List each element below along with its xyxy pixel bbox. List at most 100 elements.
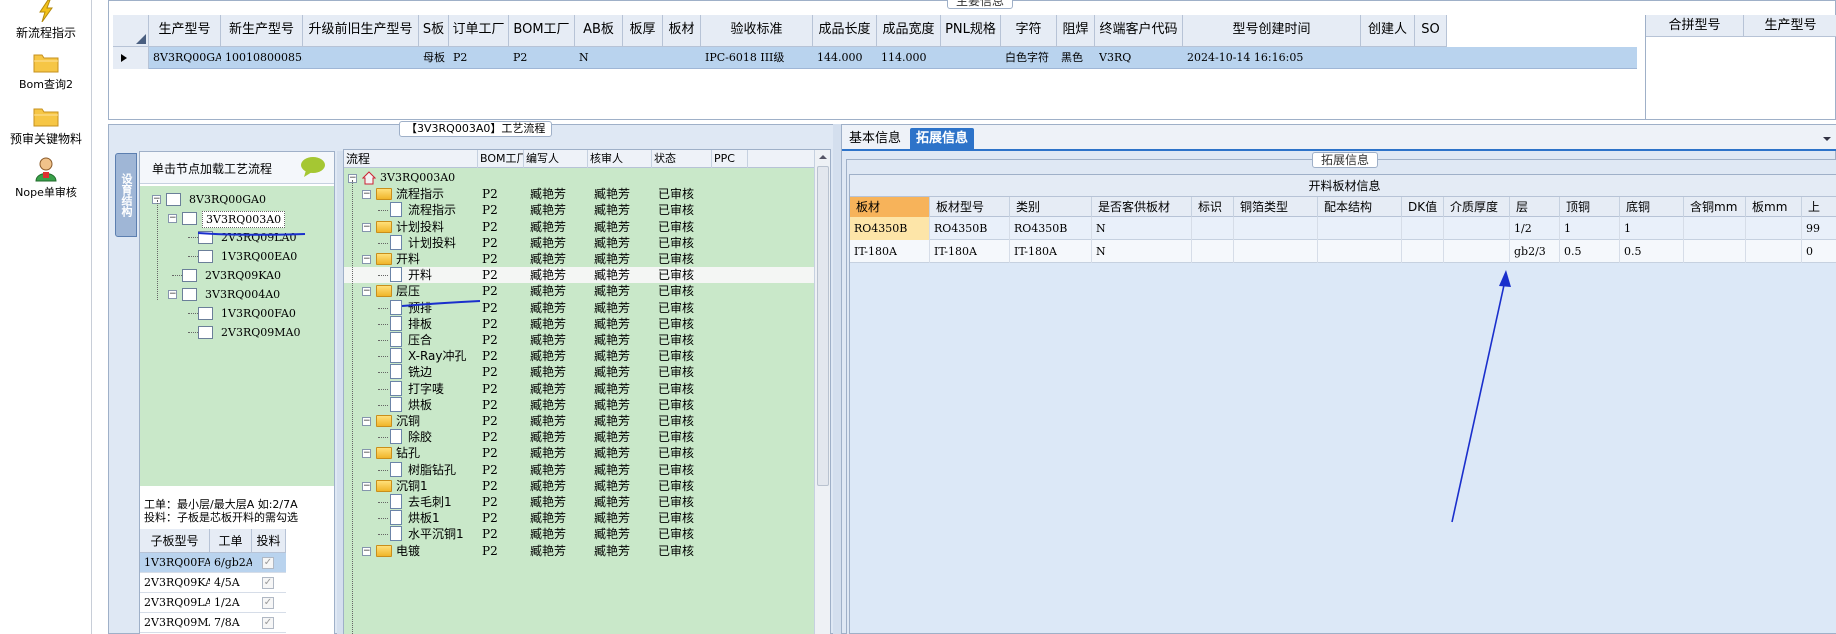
ext-col-header[interactable]: 是否客供板材 bbox=[1092, 197, 1192, 217]
ext-cell[interactable] bbox=[1444, 217, 1510, 240]
main-info-cell-15[interactable]: V3RQ bbox=[1099, 47, 1183, 69]
tree-collapse-icon[interactable]: − bbox=[362, 449, 371, 459]
row-selector[interactable] bbox=[113, 47, 149, 69]
col-header-15[interactable]: 终端客户代码 bbox=[1095, 15, 1183, 47]
tree-collapse-icon[interactable]: − bbox=[362, 222, 371, 232]
main-info-cell-10[interactable]: 144.000 bbox=[817, 47, 877, 69]
ext-col-header[interactable]: DK值 bbox=[1402, 197, 1444, 217]
feed-checkbox[interactable]: ✓ bbox=[262, 617, 274, 629]
ext-cell[interactable] bbox=[1234, 217, 1318, 240]
col-header-14[interactable]: 阻焊 bbox=[1057, 15, 1095, 47]
col-header-sub-model[interactable]: 子板型号 bbox=[140, 529, 210, 553]
ext-cell[interactable]: RO4350B bbox=[930, 217, 1010, 240]
ext-cell[interactable] bbox=[1402, 240, 1444, 263]
sub-board-order[interactable]: 4/5A bbox=[214, 573, 252, 593]
col-header-13[interactable]: 字符 bbox=[1001, 15, 1057, 47]
flow-row[interactable]: X-Ray冲孔 P2 臧艳芳 臧艳芳 已审核 bbox=[344, 348, 814, 364]
ext-col-header[interactable]: 铜箔类型 bbox=[1234, 197, 1318, 217]
flow-row[interactable]: − 流程指示 P2 臧艳芳 臧艳芳 已审核 bbox=[344, 186, 814, 202]
tab-dropdown-icon[interactable] bbox=[1822, 135, 1832, 143]
ext-cell[interactable] bbox=[1318, 217, 1402, 240]
vertical-tab-structure[interactable]: 设育结构 bbox=[115, 153, 137, 237]
ext-cell[interactable] bbox=[1746, 240, 1802, 263]
tree-collapse-icon[interactable]: − bbox=[362, 255, 371, 264]
col-header-10[interactable]: 成品长度 bbox=[813, 15, 877, 47]
sub-board-row[interactable]: 2V3RQ09LA0 1/2A ✓ bbox=[140, 593, 286, 613]
flow-row[interactable]: 压合 P2 臧艳芳 臧艳芳 已审核 bbox=[344, 332, 814, 348]
col-header-9[interactable]: 验收标准 bbox=[701, 15, 813, 47]
ext-cell[interactable] bbox=[1746, 217, 1802, 240]
ext-cell[interactable]: 0.5 bbox=[1620, 240, 1684, 263]
ext-row[interactable]: RO4350B RO4350B RO4350B N 1/2 1 1 99 bbox=[850, 217, 1836, 240]
tree-collapse-icon[interactable]: − bbox=[362, 190, 371, 200]
flow-root-row[interactable]: −3V3RQ003A0 bbox=[344, 170, 814, 186]
tree-collapse-icon[interactable]: − bbox=[168, 214, 177, 223]
tree-node[interactable]: 2V3RQ09MA0 bbox=[140, 323, 334, 342]
col-header-11[interactable]: 成品宽度 bbox=[877, 15, 941, 47]
sidebar-item-new-flow[interactable]: 新流程指示 bbox=[0, 0, 92, 44]
col-header-4[interactable]: 订单工厂 bbox=[449, 15, 509, 47]
flow-row[interactable]: 烘板 P2 臧艳芳 臧艳芳 已审核 bbox=[344, 396, 814, 413]
sub-board-order[interactable]: 7/8A bbox=[214, 613, 252, 633]
tree-node[interactable]: − 3V3RQ004A0 bbox=[140, 285, 334, 304]
flow-col-header[interactable]: PPC bbox=[714, 150, 748, 168]
sub-board-row[interactable]: 2V3RQ09MA0 7/8A ✓ bbox=[140, 613, 286, 633]
col-header-2[interactable]: 升级前旧生产型号 bbox=[303, 15, 419, 47]
col-header-0[interactable]: 生产型号 bbox=[149, 15, 221, 47]
ext-cell[interactable] bbox=[1192, 217, 1234, 240]
col-header-17[interactable]: 创建人 bbox=[1361, 15, 1415, 47]
ext-col-header[interactable]: 层 bbox=[1510, 197, 1560, 217]
flow-row[interactable]: 铣边 P2 臧艳芳 臧艳芳 已审核 bbox=[344, 364, 814, 380]
ext-cell[interactable] bbox=[1684, 217, 1746, 240]
main-info-cell-6[interactable]: N bbox=[579, 47, 623, 69]
ext-col-header[interactable]: 上 bbox=[1802, 197, 1836, 217]
ext-col-header[interactable]: 配本结构 bbox=[1318, 197, 1402, 217]
main-info-row[interactable]: 8V3RQ00GA010010800085580母板P2P2NIPC-6018 … bbox=[113, 47, 1637, 69]
flow-col-header[interactable]: 状态 bbox=[654, 150, 712, 168]
sub-board-row[interactable]: 2V3RQ09KA0 4/5A ✓ bbox=[140, 573, 286, 593]
col-header-order[interactable]: 工单 bbox=[210, 529, 252, 553]
ext-cell[interactable]: IT-180A bbox=[1010, 240, 1092, 263]
ext-cell[interactable]: N bbox=[1092, 217, 1192, 240]
scroll-thumb[interactable] bbox=[817, 166, 829, 486]
flow-row[interactable]: 排板 P2 臧艳芳 臧艳芳 已审核 bbox=[344, 315, 814, 332]
ext-col-header[interactable]: 板材 bbox=[850, 197, 930, 217]
flow-row[interactable]: 计划投料 P2 臧艳芳 臧艳芳 已审核 bbox=[344, 234, 814, 251]
sub-board-order[interactable]: 1/2A bbox=[214, 593, 252, 613]
col-header-merge-model[interactable]: 合拼型号 bbox=[1646, 15, 1744, 37]
tree-node[interactable]: − 3V3RQ003A0 bbox=[140, 209, 334, 228]
sub-board-order[interactable]: 6/gb2A bbox=[214, 553, 252, 573]
ext-col-header[interactable]: 含铜mm bbox=[1684, 197, 1746, 217]
tree-collapse-icon[interactable]: − bbox=[362, 546, 371, 556]
ext-cell[interactable] bbox=[1234, 240, 1318, 263]
scroll-up-icon[interactable] bbox=[815, 150, 831, 164]
tab-basic-info[interactable]: 基本信息 bbox=[844, 128, 906, 150]
ext-col-header[interactable]: 介质厚度 bbox=[1444, 197, 1510, 217]
col-header-18[interactable]: SO bbox=[1415, 15, 1447, 47]
ext-cell[interactable]: 0 bbox=[1802, 240, 1836, 263]
flow-row[interactable]: 打字唛 P2 臧艳芳 臧艳芳 已审核 bbox=[344, 380, 814, 397]
ext-cell[interactable] bbox=[1444, 240, 1510, 263]
ext-cell[interactable]: 1 bbox=[1560, 217, 1620, 240]
ext-col-header[interactable]: 顶铜 bbox=[1560, 197, 1620, 217]
ext-row[interactable]: IT-180A IT-180A IT-180A Ngb2/3 0.5 0.5 0 bbox=[850, 240, 1836, 263]
main-info-cell-11[interactable]: 114.000 bbox=[881, 47, 941, 69]
flow-row[interactable]: − 沉铜1 P2 臧艳芳 臧艳芳 已审核 bbox=[344, 478, 814, 494]
tree-collapse-icon[interactable]: − bbox=[362, 481, 371, 491]
main-info-cell-1[interactable]: 10010800085580 bbox=[225, 47, 303, 69]
col-header-8[interactable]: 板材 bbox=[663, 15, 701, 47]
flow-row[interactable]: − 计划投料 P2 臧艳芳 臧艳芳 已审核 bbox=[344, 219, 814, 235]
main-info-cell-5[interactable]: P2 bbox=[513, 47, 575, 69]
ext-col-header[interactable]: 板mm bbox=[1746, 197, 1802, 217]
main-info-cell-3[interactable]: 母板 bbox=[423, 47, 449, 69]
col-header-prod-model[interactable]: 生产型号 bbox=[1744, 15, 1836, 37]
feed-checkbox[interactable]: ✓ bbox=[262, 557, 274, 569]
flow-row[interactable]: 开料 P2 臧艳芳 臧艳芳 已审核 bbox=[344, 267, 814, 284]
col-header-1[interactable]: 新生产型号 bbox=[221, 15, 303, 47]
tree-node[interactable]: 2V3RQ09KA0 bbox=[140, 266, 334, 285]
col-header-7[interactable]: 板厚 bbox=[623, 15, 663, 47]
ext-col-header[interactable]: 标识 bbox=[1192, 197, 1234, 217]
ext-cell[interactable] bbox=[1192, 240, 1234, 263]
flow-row[interactable]: 树脂钻孔 P2 臧艳芳 臧艳芳 已审核 bbox=[344, 461, 814, 478]
flow-row[interactable]: 去毛刺1 P2 臧艳芳 臧艳芳 已审核 bbox=[344, 494, 814, 510]
